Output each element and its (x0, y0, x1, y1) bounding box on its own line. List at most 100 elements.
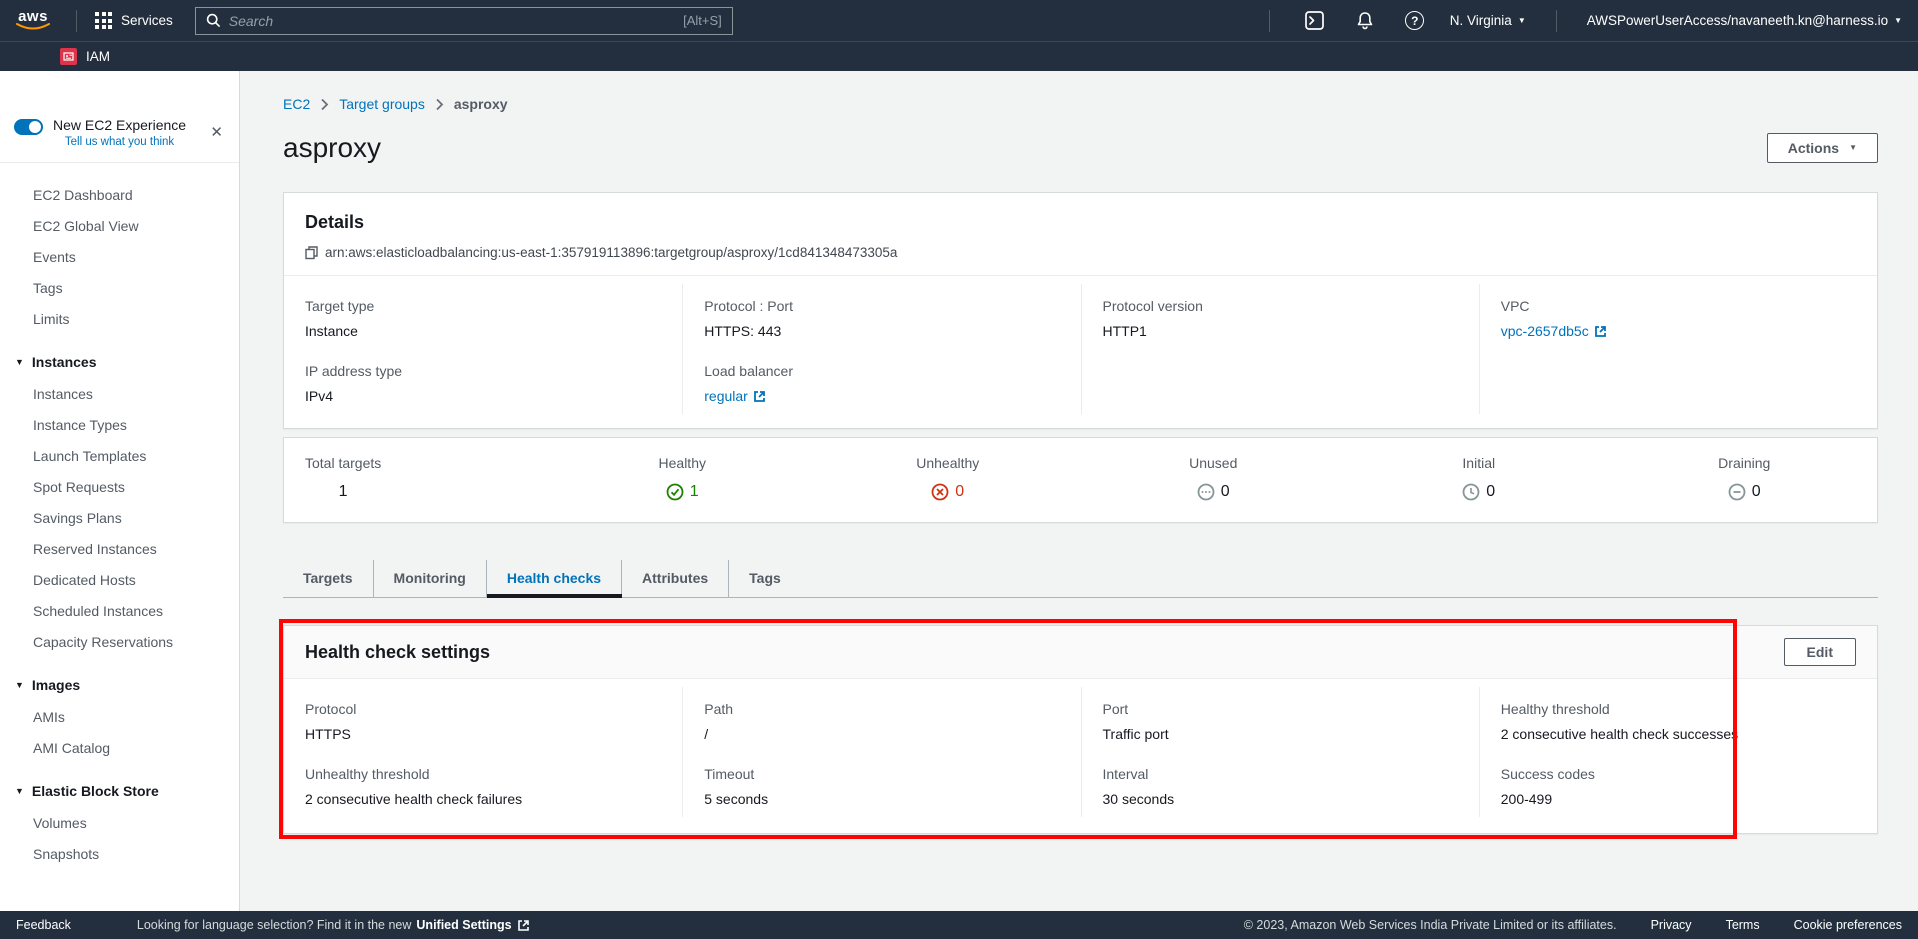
account-menu[interactable]: AWSPowerUserAccess/navaneeth.kn@harness.… (1587, 13, 1902, 28)
sidebar-item-dedicated-hosts[interactable]: Dedicated Hosts (0, 564, 239, 595)
sidebar-item-scheduled-instances[interactable]: Scheduled Instances (0, 595, 239, 626)
sidebar-section-images[interactable]: ▼ Images (0, 669, 239, 701)
tab-monitoring[interactable]: Monitoring (374, 560, 487, 597)
health-check-settings-card: Health check settings Edit Protocol HTTP… (283, 625, 1878, 834)
unified-settings-link[interactable]: Unified Settings (416, 918, 511, 932)
sidebar-item-events[interactable]: Events (0, 241, 239, 272)
sidebar-item-volumes[interactable]: Volumes (0, 807, 239, 838)
field-label: IP address type (305, 363, 661, 379)
summary-label: Unhealthy (916, 455, 979, 471)
tab-health-checks[interactable]: Health checks (487, 560, 622, 597)
section-label: Instances (32, 354, 97, 370)
chevron-down-icon: ▼ (15, 786, 24, 796)
search-input[interactable] (229, 13, 675, 29)
help-icon: ? (1411, 14, 1418, 28)
region-selector[interactable]: N. Virginia ▼ (1450, 13, 1526, 28)
sidebar-item-ami-catalog[interactable]: AMI Catalog (0, 732, 239, 763)
copy-arn-icon[interactable] (305, 246, 318, 260)
load-balancer-name: regular (704, 388, 748, 404)
unused-dots-circle-icon (1197, 483, 1215, 501)
field-label: Port (1103, 701, 1458, 717)
footer: Feedback Looking for language selection?… (0, 911, 1918, 939)
divider (1269, 10, 1270, 32)
field-label: VPC (1501, 298, 1856, 314)
search-icon (206, 13, 221, 28)
sidebar-item-ec2-global-view[interactable]: EC2 Global View (0, 210, 239, 241)
sidebar-item-amis[interactable]: AMIs (0, 701, 239, 732)
feedback-link[interactable]: Feedback (16, 918, 71, 932)
hc-unhealthy-threshold-value: 2 consecutive health check failures (305, 791, 661, 807)
breadcrumb: EC2 Target groups asproxy (283, 96, 1878, 112)
new-ec2-experience-toggle[interactable] (14, 119, 43, 135)
services-grid-icon (95, 12, 112, 29)
summary-label: Initial (1462, 455, 1495, 471)
health-check-grid: Protocol HTTPS Path / Port Traffic port … (284, 679, 1877, 833)
sidebar-item-instances[interactable]: Instances (0, 378, 239, 409)
chevron-down-icon: ▼ (15, 680, 24, 690)
field-label: Target type (305, 298, 661, 314)
details-grid: Target type Instance Protocol : Port HTT… (284, 275, 1877, 428)
sidebar-item-savings-plans[interactable]: Savings Plans (0, 502, 239, 533)
edit-button[interactable]: Edit (1784, 638, 1856, 666)
services-menu-button[interactable]: Services (87, 8, 181, 33)
sidebar-item-snapshots[interactable]: Snapshots (0, 838, 239, 869)
sidebar-item-tags[interactable]: Tags (0, 272, 239, 303)
sidebar-item-spot-requests[interactable]: Spot Requests (0, 471, 239, 502)
sidebar-item-launch-templates[interactable]: Launch Templates (0, 440, 239, 471)
sidebar-item-limits[interactable]: Limits (0, 303, 239, 334)
unhealthy-count: 0 (955, 483, 964, 501)
global-search[interactable]: [Alt+S] (195, 7, 733, 35)
ec2-sidebar: New EC2 Experience Tell us what you thin… (0, 71, 240, 911)
privacy-link[interactable]: Privacy (1651, 918, 1692, 932)
breadcrumb-ec2-link[interactable]: EC2 (283, 96, 310, 112)
chevron-down-icon: ▼ (1894, 17, 1902, 25)
summary-label: Unused (1189, 455, 1237, 471)
initial-count: 0 (1486, 483, 1495, 501)
field-label: Success codes (1501, 766, 1856, 782)
chevron-down-icon: ▼ (1518, 17, 1526, 25)
sidebar-close-icon[interactable]: ✕ (210, 123, 223, 141)
load-balancer-link[interactable]: regular (704, 388, 766, 404)
sidebar-section-instances[interactable]: ▼ Instances (0, 346, 239, 378)
breadcrumb-target-groups-link[interactable]: Target groups (339, 96, 425, 112)
field-label: Protocol version (1103, 298, 1458, 314)
main-content: EC2 Target groups asproxy asproxy Action… (241, 71, 1918, 911)
cloudshell-button[interactable] (1300, 11, 1330, 30)
summary-label: Healthy (659, 455, 706, 471)
breadcrumb-current: asproxy (454, 96, 508, 112)
iam-service-icon (60, 48, 77, 65)
tab-tags[interactable]: Tags (729, 560, 801, 597)
hc-path-value: / (704, 726, 1059, 742)
account-label: AWSPowerUserAccess/navaneeth.kn@harness.… (1587, 13, 1888, 28)
actions-button[interactable]: Actions ▼ (1767, 133, 1878, 163)
cookie-preferences-link[interactable]: Cookie preferences (1794, 918, 1902, 932)
notifications-button[interactable] (1350, 11, 1380, 30)
terms-link[interactable]: Terms (1726, 918, 1760, 932)
draining-count: 0 (1752, 483, 1761, 501)
tab-attributes[interactable]: Attributes (622, 560, 729, 597)
healthy-count: 1 (690, 483, 699, 501)
sidebar-item-instance-types[interactable]: Instance Types (0, 409, 239, 440)
sidebar-item-ec2-dashboard[interactable]: EC2 Dashboard (0, 179, 239, 210)
unused-count: 0 (1221, 483, 1230, 501)
tell-us-link[interactable]: Tell us what you think (53, 136, 186, 148)
hc-healthy-threshold-value: 2 consecutive health check successes (1501, 726, 1856, 742)
search-shortcut-hint: [Alt+S] (683, 13, 722, 28)
draining-minus-circle-icon (1728, 483, 1746, 501)
aws-logo-text: aws (18, 10, 48, 23)
health-check-section: Health check settings Edit Protocol HTTP… (283, 625, 1878, 834)
divider (1556, 10, 1557, 32)
favorite-iam-link[interactable]: IAM (60, 48, 110, 65)
new-ec2-experience-label: New EC2 Experience (53, 117, 186, 133)
field-label: Healthy threshold (1501, 701, 1856, 717)
sidebar-section-elastic-block-store[interactable]: ▼ Elastic Block Store (0, 775, 239, 807)
sidebar-item-reserved-instances[interactable]: Reserved Instances (0, 533, 239, 564)
favorites-bar: IAM (0, 41, 1918, 71)
external-link-icon (1594, 325, 1607, 338)
sidebar-item-capacity-reservations[interactable]: Capacity Reservations (0, 626, 239, 657)
help-button[interactable]: ? (1400, 11, 1430, 30)
vpc-link[interactable]: vpc-2657db5c (1501, 323, 1607, 339)
tab-targets[interactable]: Targets (283, 560, 374, 597)
copyright-text: © 2023, Amazon Web Services India Privat… (1244, 918, 1617, 932)
aws-logo[interactable]: aws (16, 10, 50, 31)
